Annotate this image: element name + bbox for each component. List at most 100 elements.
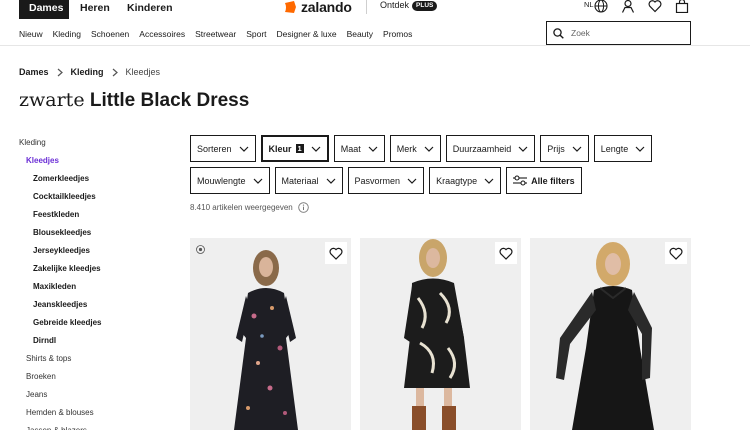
nav-item-promos[interactable]: Promos [383,28,412,40]
filter-label: Merk [396,143,417,154]
page-title: zwarte Little Black Dress [19,88,249,113]
filter-count-badge: 1 [295,144,304,153]
sidebar-item-maxikleden[interactable]: Maxikleden [19,278,179,296]
product-card[interactable] [360,238,521,430]
sidebar-item-broeken[interactable]: Broeken [19,368,179,386]
wishlist-icon[interactable] [648,0,662,13]
heart-icon [499,247,513,260]
product-image-black-mesh-dress[interactable] [530,238,691,430]
sidebar-item-jeanskleedjes[interactable]: Jeanskleedjes [19,296,179,314]
breadcrumb-kleedjes[interactable]: Kleedjes [126,67,161,78]
chevron-down-icon [253,178,262,184]
sidebar-item-kleedjes[interactable]: Kleedjes [19,152,179,170]
zalando-logo[interactable]: zalando [284,0,352,15]
filter-pasvormen[interactable]: Pasvormen [347,167,425,194]
filter-label: Lengte [600,143,629,154]
logo-text: zalando [301,0,352,15]
sidebar-item-shirts-tops[interactable]: Shirts & tops [19,350,179,368]
product-image-printed-dress[interactable] [360,238,521,430]
gender-tab-heren[interactable]: Heren [70,0,120,19]
sidebar-item-dirndl[interactable]: Dirndl [19,332,179,350]
chevron-down-icon [424,146,434,152]
info-icon[interactable] [297,202,309,213]
sidebar-item-jeans[interactable]: Jeans [19,386,179,404]
add-to-wishlist-button[interactable] [325,242,347,264]
add-to-wishlist-button[interactable] [665,242,687,264]
ontdek-plus-link[interactable]: Ontdek PLUS [380,0,438,11]
filter-row: Mouwlengte Materiaal Pasvormen Kraagtype… [190,167,690,194]
nav-item-kleding[interactable]: Kleding [53,28,81,40]
sidebar-item-hemden-blouses[interactable]: Hemden & blouses [19,404,179,422]
result-count: 8.410 artikelen weergegeven [190,202,309,213]
chevron-right-icon [57,68,63,77]
search-icon [553,27,564,39]
filter-lengte[interactable]: Lengte [593,135,653,162]
filter-materiaal[interactable]: Materiaal [274,167,343,194]
filter-prijs[interactable]: Prijs [540,135,589,162]
gender-tab-dames[interactable]: Dames [19,0,69,19]
sidebar-item-jerseykleedjes[interactable]: Jerseykleedjes [19,242,179,260]
product-card[interactable] [530,238,691,430]
sidebar-item-feestkleden[interactable]: Feestkleden [19,206,179,224]
chevron-down-icon [518,146,528,152]
breadcrumb-dames[interactable]: Dames [19,67,49,78]
filter-label: Duurzaamheid [452,143,512,154]
nav-item-designer-luxe[interactable]: Designer & luxe [277,28,337,40]
filter-label: Prijs [547,143,565,154]
chevron-down-icon [635,146,645,152]
breadcrumb-kleding[interactable]: Kleding [71,67,104,78]
category-nav: Nieuw Kleding Schoenen Accessoires Stree… [19,28,422,40]
gender-tab-kinderen[interactable]: Kinderen [117,0,183,19]
nav-item-streetwear[interactable]: Streetwear [195,28,236,40]
filter-row: Sorteren Kleur 1 Maat Merk Duurzaamheid … [190,135,690,162]
globe-icon[interactable] [594,0,608,13]
product-image-floral-dress[interactable] [190,238,351,430]
nav-item-beauty[interactable]: Beauty [347,28,373,40]
sidebar-item-zakelijke-kleedjes[interactable]: Zakelijke kleedjes [19,260,179,278]
filter-kraagtype[interactable]: Kraagtype [429,167,502,194]
nav-item-nieuw[interactable]: Nieuw [19,28,43,40]
sidebar-item-gebreide-kleedjes[interactable]: Gebreide kleedjes [19,314,179,332]
account-icon[interactable] [621,0,635,13]
add-to-wishlist-button[interactable] [495,242,517,264]
filter-label: Maat [340,143,361,154]
product-card[interactable] [190,238,351,430]
sidebar-item-kleding[interactable]: Kleding [19,134,179,152]
heart-icon [329,247,343,260]
nav-item-schoenen[interactable]: Schoenen [91,28,129,40]
bag-icon[interactable] [675,0,689,13]
nav-item-accessoires[interactable]: Accessoires [139,28,185,40]
search-input[interactable] [571,28,671,38]
filter-kleur[interactable]: Kleur 1 [260,135,329,162]
search-box[interactable] [546,21,691,45]
sidebar-item-cocktailkleedjes[interactable]: Cocktailkleedjes [19,188,179,206]
breadcrumb: Dames Kleding Kleedjes [19,67,160,78]
chevron-down-icon [484,178,494,184]
language-label[interactable]: NL [584,0,594,10]
filter-sorteren[interactable]: Sorteren [190,135,256,162]
plus-badge: PLUS [412,0,438,11]
ontdek-label: Ontdek [380,0,410,10]
filter-maat[interactable]: Maat [333,135,385,162]
sidebar-item-blousekleedjes[interactable]: Blousekleedjes [19,224,179,242]
filter-mouwlengte[interactable]: Mouwlengte [190,167,270,194]
page-title-main: Little Black Dress [89,90,250,111]
all-filters-button[interactable]: Alle filters [506,167,582,194]
chevron-down-icon [311,146,321,152]
header-divider [0,45,750,46]
heart-icon [669,247,683,260]
chevron-right-icon [112,68,118,77]
chevron-down-icon [239,146,248,152]
sidebar-item-jassen-blazers[interactable]: Jassen & blazers [19,422,179,430]
nav-item-sport[interactable]: Sport [246,28,266,40]
sidebar-item-zomerkleedjes[interactable]: Zomerkleedjes [19,170,179,188]
chevron-down-icon [572,146,582,152]
filter-label: Sorteren [197,143,232,154]
filter-merk[interactable]: Merk [389,135,441,162]
filter-label: Kraagtype [436,175,478,186]
zalando-logo-mark-icon [285,0,296,13]
chevron-down-icon [326,178,335,184]
page-title-prefix: zwarte [19,89,85,111]
filter-duurzaamheid[interactable]: Duurzaamheid [445,135,536,162]
filter-label: Mouwlengte [197,175,246,186]
